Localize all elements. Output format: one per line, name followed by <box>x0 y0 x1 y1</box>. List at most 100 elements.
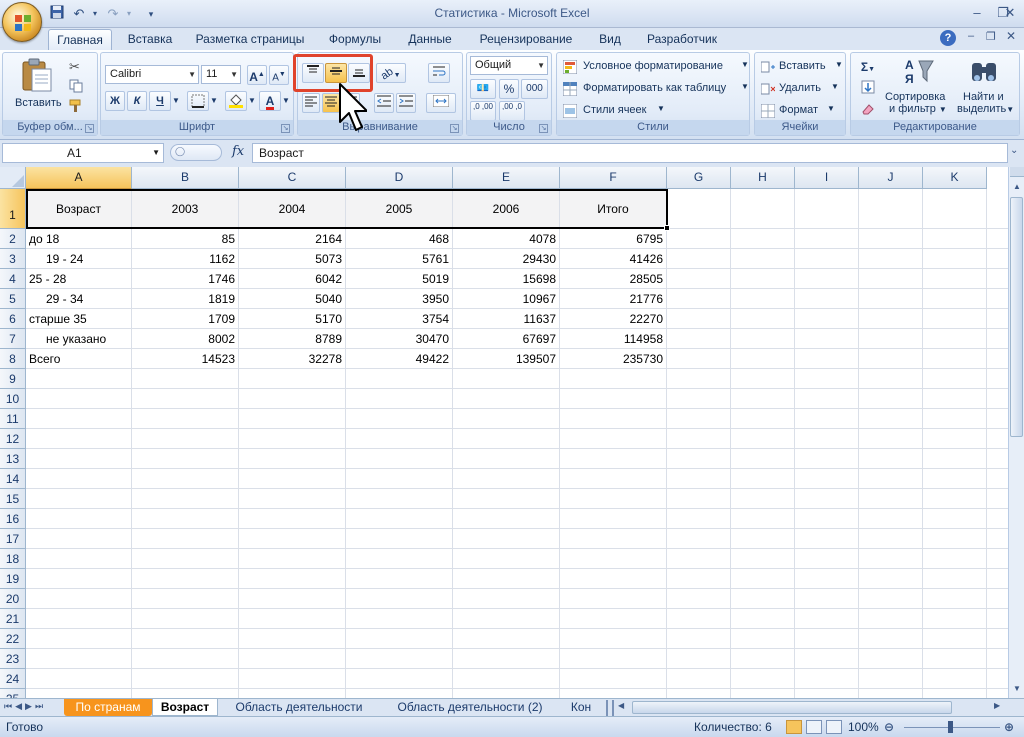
workbook-close-icon[interactable]: ✕ <box>1006 29 1016 43</box>
scroll-right-icon[interactable]: ▶ <box>994 701 1000 710</box>
format-cells-button[interactable]: Формат ▼ <box>761 103 845 121</box>
italic-button[interactable]: К <box>127 91 147 111</box>
ribbon-minimize-icon[interactable]: – <box>968 30 974 42</box>
column-header-a[interactable]: A <box>26 167 132 189</box>
tab-page-layout[interactable]: Разметка страницы <box>190 29 310 50</box>
sheet-tab-age[interactable]: Возраст <box>152 699 218 716</box>
help-icon[interactable]: ? <box>940 30 956 46</box>
cell-d7[interactable]: 30470 <box>346 329 453 349</box>
font-color-dropdown-icon[interactable]: ▼ <box>281 91 291 111</box>
autosum-button[interactable]: Σ▼ <box>855 57 881 77</box>
select-all-button[interactable] <box>0 167 26 189</box>
paste-button[interactable]: Вставить <box>11 57 62 115</box>
row-header-8[interactable]: 8 <box>0 349 26 369</box>
decrease-decimal-button[interactable]: ,00 ,0 <box>499 101 525 121</box>
format-as-table-button[interactable]: Форматировать как таблицу ▼ <box>563 81 749 99</box>
row-header-20[interactable]: 20 <box>0 589 26 609</box>
tab-formulas[interactable]: Формулы <box>320 29 390 50</box>
cell-f1[interactable]: Итого <box>560 189 667 229</box>
shrink-font-button[interactable]: A▼ <box>269 65 289 85</box>
cell-b8[interactable]: 14523 <box>132 349 239 369</box>
scroll-down-icon[interactable]: ▼ <box>1010 681 1024 697</box>
cell-c1[interactable]: 2004 <box>239 189 346 229</box>
column-header-d[interactable]: D <box>346 167 453 189</box>
currency-button[interactable]: 💶 <box>470 79 496 99</box>
row-header-12[interactable]: 12 <box>0 429 26 449</box>
cell-e5[interactable]: 10967 <box>453 289 560 309</box>
page-break-view-icon[interactable] <box>826 720 842 734</box>
page-layout-view-icon[interactable] <box>806 720 822 734</box>
merge-center-button[interactable] <box>426 93 456 113</box>
borders-button[interactable] <box>187 91 209 111</box>
normal-view-icon[interactable] <box>786 720 802 734</box>
close-button[interactable]: ✕ <box>998 3 1022 23</box>
row-header-25[interactable]: 25 <box>0 689 26 698</box>
cell-f6[interactable]: 22270 <box>560 309 667 329</box>
underline-dropdown-icon[interactable]: ▼ <box>171 91 181 111</box>
cell-a1[interactable]: Возраст <box>26 189 132 229</box>
formula-input[interactable]: Возраст <box>252 143 1008 163</box>
cell-a2[interactable]: до 18 <box>26 229 132 249</box>
bold-button[interactable]: Ж <box>105 91 125 111</box>
row-header-3[interactable]: 3 <box>0 249 26 269</box>
row-header-11[interactable]: 11 <box>0 409 26 429</box>
increase-indent-button[interactable] <box>396 93 416 113</box>
column-header-b[interactable]: B <box>132 167 239 189</box>
row-header-10[interactable]: 10 <box>0 389 26 409</box>
spreadsheet-grid[interactable]: ABCDEFGHIJK 1 2 3 4 5 6 7 8 9 10 11 12 13 14 15 16 17 18 1… <box>0 167 1008 698</box>
cell-c3[interactable]: 5073 <box>239 249 346 269</box>
cell-e8[interactable]: 139507 <box>453 349 560 369</box>
number-launcher-icon[interactable]: ↘ <box>539 124 548 133</box>
cell-b5[interactable]: 1819 <box>132 289 239 309</box>
ribbon-restore-icon[interactable]: ❐ <box>986 30 996 43</box>
column-header-k[interactable]: K <box>923 167 987 189</box>
increase-decimal-button[interactable]: ,0 ,00 <box>470 101 496 121</box>
fill-button[interactable] <box>855 79 881 99</box>
cell-f4[interactable]: 28505 <box>560 269 667 289</box>
insert-function-button[interactable]: fx <box>232 144 244 159</box>
chevron-down-icon[interactable]: ▼ <box>152 144 160 162</box>
cell-d3[interactable]: 5761 <box>346 249 453 269</box>
sheet-tab-by-country[interactable]: По странам <box>64 699 152 716</box>
column-header-i[interactable]: I <box>795 167 859 189</box>
number-format-select[interactable]: Общий ▼ <box>470 56 548 75</box>
grow-font-button[interactable]: A▲ <box>247 65 267 85</box>
cell-b2[interactable]: 85 <box>132 229 239 249</box>
row-header-22[interactable]: 22 <box>0 629 26 649</box>
font-size-select[interactable]: 11 ▼ <box>201 65 241 84</box>
cell-a8[interactable]: Всего <box>26 349 132 369</box>
clear-button[interactable] <box>855 101 881 121</box>
cell-e7[interactable]: 67697 <box>453 329 560 349</box>
delete-cells-button[interactable]: Удалить ▼ <box>761 81 845 99</box>
cell-d1[interactable]: 2005 <box>346 189 453 229</box>
column-header-j[interactable]: J <box>859 167 923 189</box>
row-header-6[interactable]: 6 <box>0 309 26 329</box>
thousands-button[interactable]: 000 <box>521 79 548 99</box>
cell-e6[interactable]: 11637 <box>453 309 560 329</box>
cell-f2[interactable]: 6795 <box>560 229 667 249</box>
row-header-15[interactable]: 15 <box>0 489 26 509</box>
cell-styles-button[interactable]: Стили ячеек ▼ <box>563 103 683 121</box>
tab-review[interactable]: Рецензирование <box>470 29 582 50</box>
cell-e4[interactable]: 15698 <box>453 269 560 289</box>
cell-c6[interactable]: 5170 <box>239 309 346 329</box>
scroll-left-icon[interactable]: ◀ <box>618 701 624 710</box>
row-header-9[interactable]: 9 <box>0 369 26 389</box>
sheet-tab-partial[interactable]: Кон <box>564 699 598 716</box>
cell-d8[interactable]: 49422 <box>346 349 453 369</box>
underline-button[interactable]: Ч <box>149 91 171 111</box>
minimize-button[interactable]: – <box>964 3 990 23</box>
clipboard-launcher-icon[interactable]: ↘ <box>85 124 94 133</box>
align-left-button[interactable] <box>302 93 320 113</box>
sort-filter-button[interactable]: А Я Сортировка и фильтр ▼ <box>885 57 953 119</box>
cell-e3[interactable]: 29430 <box>453 249 560 269</box>
cell-a4[interactable]: 25 - 28 <box>26 269 132 289</box>
horizontal-scroll-thumb[interactable] <box>632 701 952 714</box>
percent-button[interactable]: % <box>499 79 519 99</box>
borders-dropdown-icon[interactable]: ▼ <box>209 91 219 111</box>
cell-a5[interactable]: 29 - 34 <box>26 289 132 309</box>
conditional-formatting-button[interactable]: Условное форматирование ▼ <box>563 59 749 77</box>
orientation-button[interactable]: ab▼ <box>376 63 406 83</box>
cell-a7[interactable]: не указано <box>26 329 132 349</box>
row-header-18[interactable]: 18 <box>0 549 26 569</box>
